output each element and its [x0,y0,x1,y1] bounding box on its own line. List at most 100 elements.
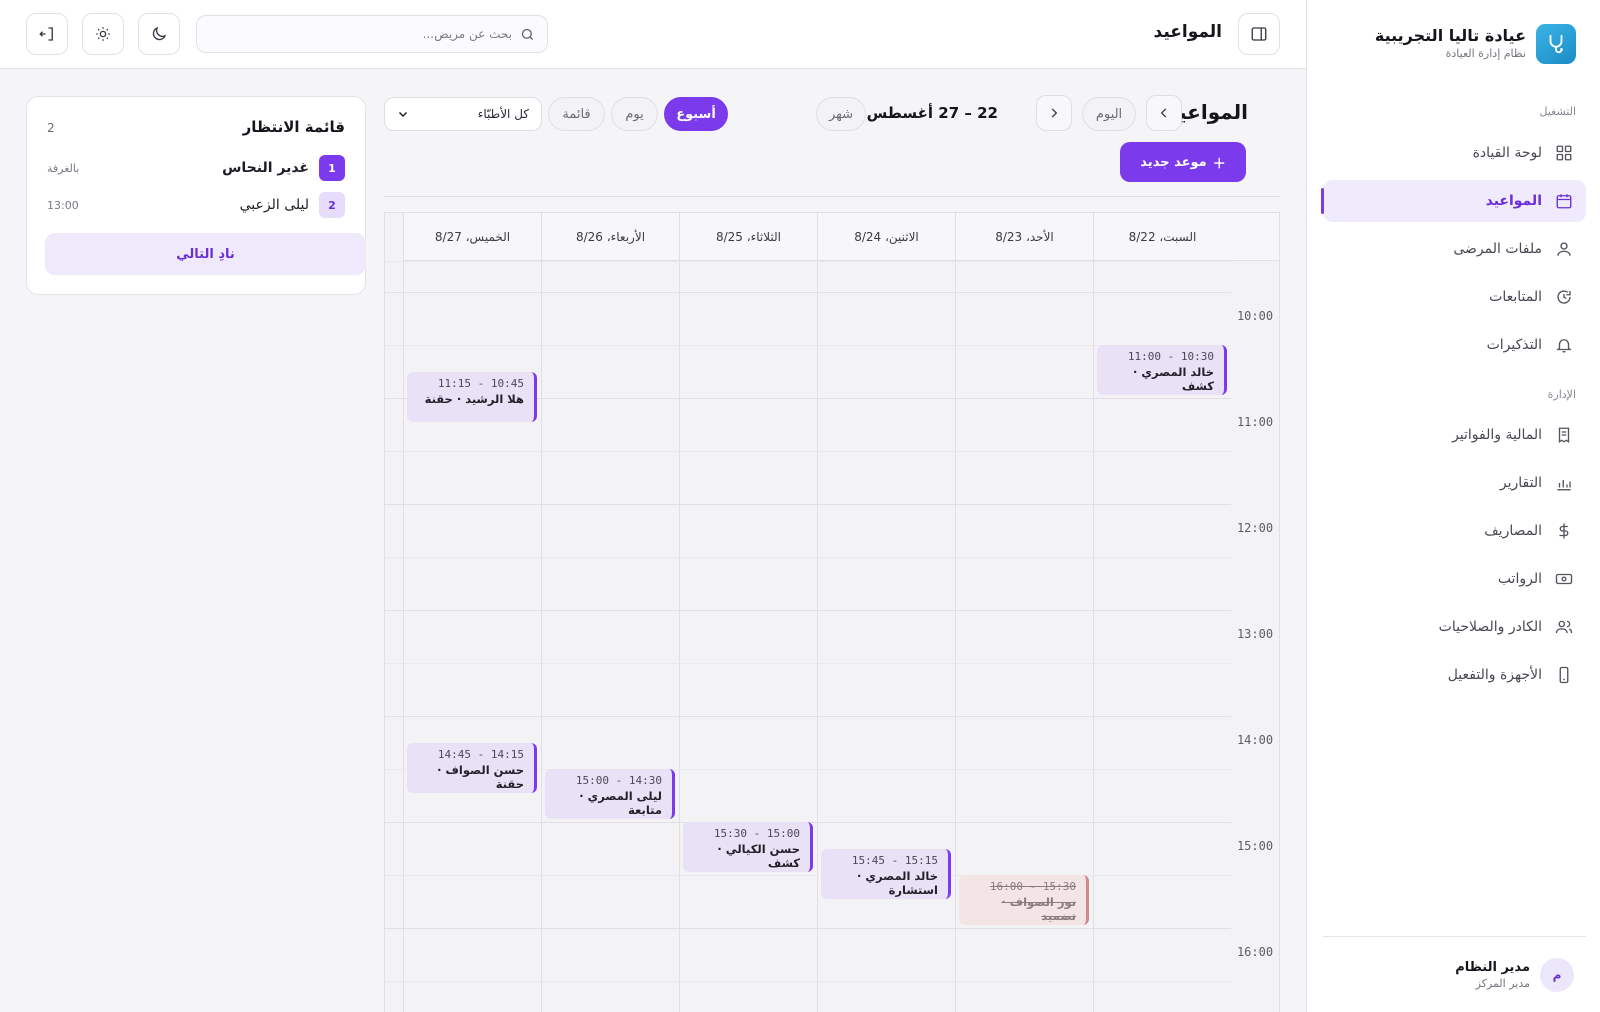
appointment-title: خالد المصري · استشارة [857,868,938,897]
time-label: 10:00 [1236,309,1274,323]
hour-line [385,928,1231,929]
sidebar-item-reports[interactable]: التقارير [1323,462,1586,504]
day-column[interactable] [817,261,955,1012]
call-next-button[interactable]: نادِ التالي [45,233,366,275]
time-label: 12:00 [1236,521,1274,535]
plus-icon: ＋ [1212,156,1226,172]
nav-section-operations: التشغيل [1539,105,1577,118]
sidebar-item-label: الرواتب [1497,571,1542,587]
sidebar-item-staff[interactable]: الكادر والصلاحيات [1323,606,1586,648]
time-column-header [1231,213,1279,261]
brand-name: عيادة تاليا التجريبية [1374,26,1526,45]
waiting-list-title: قائمة الانتظار [242,118,345,136]
appointment-event[interactable]: 10:30 - 11:00 خالد المصري · كشف [1097,345,1227,395]
user-profile[interactable]: م مدير النظام مدير المركز [1323,936,1586,1012]
time-label: 16:00 [1236,945,1274,959]
half-hour-line [385,663,1231,664]
today-button[interactable]: اليوم [1082,97,1136,131]
chevron-right-icon [1157,106,1171,120]
sidebar-item-label: ملفات المرضى [1453,241,1542,257]
time-label: 13:00 [1236,627,1274,641]
sidebar-item-devices[interactable]: الأجهزة والتفعيل [1323,654,1586,696]
appointment-time: 15:30 - 16:00 [989,880,1076,893]
logout-button[interactable] [26,13,68,55]
half-hour-line [385,875,1231,876]
cancelled-appointment[interactable]: 15:30 - 16:00 نور الصواف · تضميد [959,875,1089,925]
user-icon [1554,239,1574,259]
day-column[interactable] [541,261,679,1012]
search-icon [520,27,535,42]
logout-icon [38,25,56,43]
tab-month[interactable]: شهر [816,97,866,131]
light-mode-button[interactable] [82,13,124,55]
sidebar-item-dashboard[interactable]: لوحة القيادة [1323,132,1586,174]
new-appointment-button[interactable]: ＋ موعد جديد [1120,142,1246,182]
hour-line [385,504,1231,505]
user-name: مدير النظام [1455,959,1530,975]
sun-icon [94,25,112,43]
appointment-title: ليلى المصري · متابعة [579,789,662,817]
sidebar-item-label: الكادر والصلاحيات [1438,619,1542,635]
sidebar-item-salaries[interactable]: الرواتب [1323,558,1586,600]
previous-week-button[interactable] [1146,95,1182,131]
dark-mode-button[interactable] [138,13,180,55]
sidebar-item-patients[interactable]: ملفات المرضى [1323,228,1586,270]
sidebar-item-appointments[interactable]: المواعيد [1321,180,1586,222]
next-week-button[interactable] [1036,95,1072,131]
chevron-down-icon [397,108,409,120]
day-column-header[interactable]: الاثنين، 8/24 [817,213,955,261]
tab-day[interactable]: يوم [611,97,658,131]
topbar: المواعيد [0,0,1306,69]
day-column-header[interactable]: السبت، 8/22 [1093,213,1231,261]
users-icon [1554,617,1574,637]
queue-number: 2 [319,192,345,218]
waiting-list-item[interactable]: 2 ليلى الزعبي 13:00 [47,192,345,218]
stethoscope-logo-icon [1536,24,1576,64]
toolbar-divider [384,196,1280,197]
phone-icon [1554,665,1574,685]
day-column[interactable] [679,261,817,1012]
sidebar-item-label: التذكيرات [1486,337,1542,353]
queue-number: 1 [319,155,345,181]
day-column-header[interactable]: الأربعاء، 8/26 [541,213,679,261]
appointment-event[interactable]: 14:30 - 15:00 ليلى المصري · متابعة [545,769,675,819]
tab-list[interactable]: قائمة [548,97,605,131]
grid-icon [1554,143,1574,163]
tab-week[interactable]: أسبوع [664,97,728,131]
search-input[interactable] [209,16,512,52]
patient-search[interactable] [196,15,548,53]
sidebar-item-label: المصاريف [1484,523,1542,539]
day-column-header[interactable]: الأحد، 8/23 [955,213,1093,261]
sidebar-item-followups[interactable]: المتابعات [1323,276,1586,318]
day-column-header[interactable]: الخميس، 8/27 [403,213,541,261]
appointment-event[interactable]: 15:00 - 15:30 حسن الكيالي · كشف [683,822,813,872]
queue-status: بالغرفة [47,161,80,175]
sidebar-item-label: المواعيد [1485,193,1542,209]
half-hour-line [385,981,1231,982]
patient-name: ليلى الزعبي [239,197,309,213]
dollar-icon [1554,521,1574,541]
time-label: 15:00 [1236,839,1274,853]
appointment-event[interactable]: 10:45 - 11:15 هلا الرشيد · حقنة [407,371,537,422]
toggle-sidebar-button[interactable] [1238,13,1280,55]
appointment-title: حسن الكيالي · كشف [717,842,800,870]
queue-time: 13:00 [47,198,79,212]
receipt-icon [1554,425,1574,445]
hour-line [385,716,1231,717]
appointment-event[interactable]: 14:15 - 14:45 حسن الصواف · حقنة [407,742,537,793]
half-hour-line [385,261,1231,262]
hour-line [385,292,1231,293]
day-column-header[interactable]: الثلاثاء، 8/25 [679,213,817,261]
chevron-left-icon [1047,106,1061,120]
appointment-event[interactable]: 15:15 - 15:45 خالد المصري · استشارة [821,848,951,899]
sidebar-item-reminders[interactable]: التذكيرات [1323,324,1586,366]
appointment-time: 14:30 - 15:00 [575,774,662,787]
sidebar-item-finance[interactable]: المالية والفواتير [1323,414,1586,456]
sidebar: عيادة تاليا التجريبية نظام إدارة العيادة… [1306,0,1600,1012]
appointment-time: 15:15 - 15:45 [851,853,938,867]
brand[interactable]: عيادة تاليا التجريبية نظام إدارة العيادة [1375,24,1576,64]
bell-icon [1554,335,1574,355]
sidebar-item-expenses[interactable]: المصاريف [1323,510,1586,552]
doctor-filter-select[interactable]: كل الأطبّاء [384,97,542,131]
waiting-list-item[interactable]: 1 غدير النحاس بالغرفة [47,155,345,181]
